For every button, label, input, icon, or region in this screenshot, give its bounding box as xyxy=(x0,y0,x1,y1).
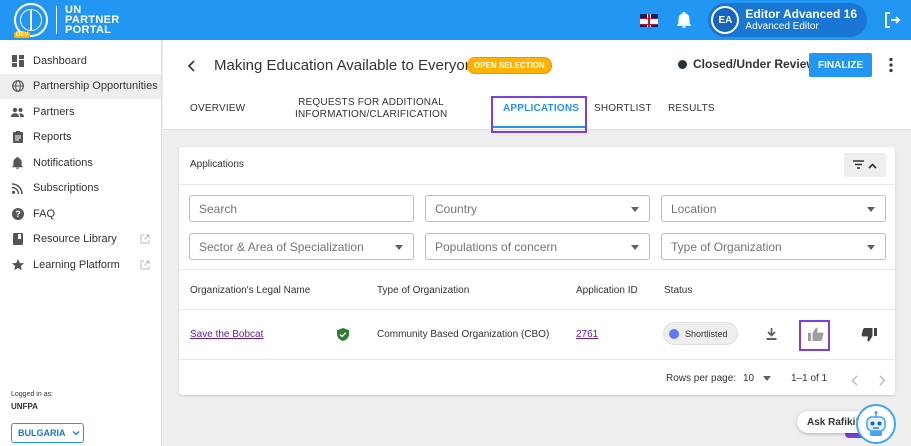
logged-in-label: Logged in as: xyxy=(11,391,54,398)
book-icon xyxy=(11,233,24,246)
project-status: Closed/Under Review xyxy=(693,57,816,71)
bell-icon xyxy=(11,156,24,169)
tab-shortlist[interactable]: SHORTLIST xyxy=(594,103,652,115)
help-icon: ? xyxy=(11,207,24,220)
dashboard-icon xyxy=(11,54,24,67)
tab-overview[interactable]: OVERVIEW xyxy=(190,103,245,115)
status-dot-icon xyxy=(678,60,687,69)
highlight-box-applications-tab xyxy=(491,96,587,133)
tab-results[interactable]: RESULTS xyxy=(668,103,715,115)
user-role: Advanced Editor xyxy=(745,21,819,32)
dropdown-arrow-icon xyxy=(867,245,875,250)
dev-badge: DEV xyxy=(14,32,31,38)
finalize-button[interactable]: FINALIZE xyxy=(809,53,872,77)
sidebar-item-notifications[interactable]: Notifications xyxy=(0,150,161,176)
status-badge: OPEN SELECTION xyxy=(467,57,552,74)
globe-icon xyxy=(11,80,24,93)
verified-shield-icon xyxy=(337,328,349,346)
sector-select[interactable]: Sector & Area of Specialization xyxy=(189,233,414,260)
column-header-legal-name[interactable]: Organization's Legal Name xyxy=(190,285,310,296)
un-partner-portal-logo[interactable]: DEV UN PARTNER PORTAL xyxy=(14,0,119,40)
uk-flag-icon[interactable] xyxy=(640,13,659,27)
dropdown-arrow-icon xyxy=(867,207,875,212)
filter-toggle-button[interactable] xyxy=(844,153,886,177)
populations-select[interactable]: Populations of concern xyxy=(425,233,650,260)
organization-name-link[interactable]: Save the Bobcat xyxy=(190,329,263,340)
dropdown-arrow-icon xyxy=(762,375,771,381)
user-menu[interactable]: EA Editor Advanced 16 Advanced Editor xyxy=(708,3,867,37)
back-arrow-icon[interactable] xyxy=(187,59,197,72)
organization-name: UNFPA xyxy=(11,402,38,411)
logout-icon[interactable] xyxy=(883,11,901,29)
download-icon[interactable] xyxy=(766,327,777,345)
sidebar-item-reports[interactable]: Reports xyxy=(0,125,161,151)
rows-per-page-select[interactable]: 10 xyxy=(743,373,771,384)
clipboard-icon xyxy=(11,131,24,144)
external-link-icon xyxy=(140,260,150,270)
svg-text:?: ? xyxy=(15,209,21,219)
country-selector[interactable]: BULGARIA xyxy=(11,423,84,443)
thumbs-down-icon[interactable] xyxy=(861,328,877,347)
rafiki-robot-icon[interactable] xyxy=(856,404,896,444)
column-header-status[interactable]: Status xyxy=(664,285,692,296)
dropdown-arrow-icon xyxy=(631,207,639,212)
rss-icon xyxy=(11,182,24,195)
un-emblem-icon: DEV xyxy=(14,3,48,38)
filters-section: Search Country Location Sector & Area of… xyxy=(179,184,895,270)
star-icon xyxy=(11,258,24,271)
column-header-application-id[interactable]: Application ID xyxy=(576,285,638,296)
country-select[interactable]: Country xyxy=(425,195,650,222)
sidebar: Dashboard Partnership Opportunities Part… xyxy=(0,40,162,446)
status-chip: Shortlisted xyxy=(663,322,738,345)
applications-panel: Applications Search Country Location Sec… xyxy=(179,147,895,395)
location-select[interactable]: Location xyxy=(661,195,886,222)
filter-list-icon xyxy=(853,156,864,174)
sidebar-item-faq[interactable]: ? FAQ xyxy=(0,201,161,227)
panel-title: Applications xyxy=(190,159,244,170)
column-header-organization-type[interactable]: Type of Organization xyxy=(377,285,469,296)
people-icon xyxy=(11,105,24,118)
pagination-range: 1–1 of 1 xyxy=(791,373,828,384)
logo-text: UN PARTNER PORTAL xyxy=(65,4,120,36)
chevron-down-icon xyxy=(72,429,80,437)
dropdown-arrow-icon xyxy=(395,245,403,250)
rows-per-page-label: Rows per page: xyxy=(666,373,737,384)
tab-requests[interactable]: REQUESTS FOR ADDITIONAL INFORMATION/CLAR… xyxy=(295,97,447,121)
page-title: Making Education Available to Everyone xyxy=(214,57,482,74)
top-app-bar: DEV UN PARTNER PORTAL EA Editor Advanced… xyxy=(0,0,911,40)
next-page-icon[interactable] xyxy=(878,373,886,391)
application-id-link[interactable]: 2761 xyxy=(576,329,598,340)
highlight-box-thumbs-up xyxy=(799,320,830,351)
sidebar-item-partners[interactable]: Partners xyxy=(0,99,161,125)
previous-page-icon[interactable] xyxy=(851,373,859,391)
sidebar-item-resource-library[interactable]: Resource Library xyxy=(0,227,161,253)
dropdown-arrow-icon xyxy=(631,245,639,250)
sidebar-item-learning-platform[interactable]: Learning Platform xyxy=(0,252,161,278)
search-input[interactable]: Search xyxy=(189,195,414,222)
notifications-bell-icon[interactable] xyxy=(676,11,692,29)
avatar: EA xyxy=(711,6,740,34)
chevron-up-icon xyxy=(868,156,877,174)
user-name: Editor Advanced 16 xyxy=(745,7,857,21)
external-link-icon xyxy=(140,234,150,244)
sidebar-item-subscriptions[interactable]: Subscriptions xyxy=(0,176,161,202)
more-options-icon[interactable] xyxy=(889,57,893,73)
sidebar-item-partnership-opportunities[interactable]: Partnership Opportunities xyxy=(0,73,161,99)
sidebar-item-dashboard[interactable]: Dashboard xyxy=(0,48,161,74)
organization-type-select[interactable]: Type of Organization xyxy=(661,233,886,260)
status-dot-icon xyxy=(669,328,679,339)
organization-type-cell: Community Based Organization (CBO) xyxy=(377,329,550,340)
